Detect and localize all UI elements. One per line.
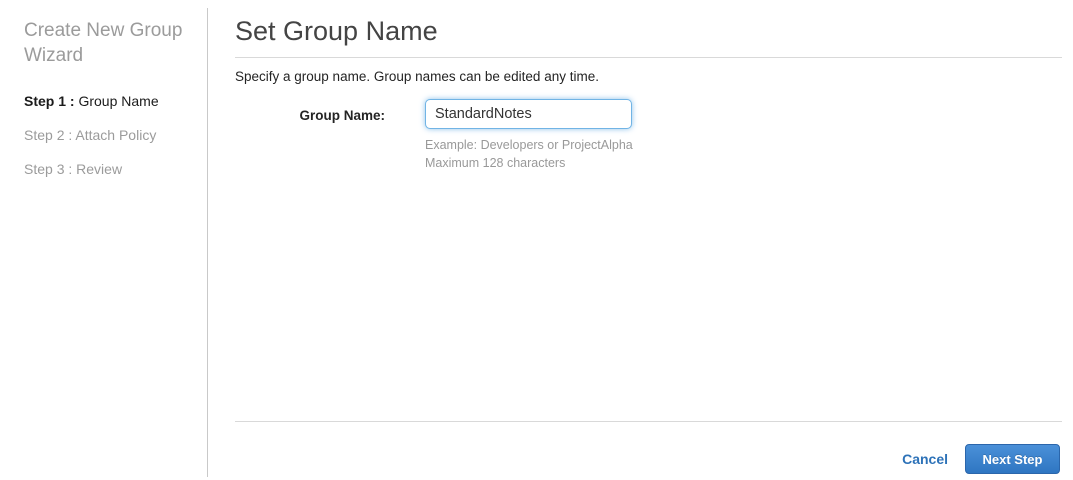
hint-max-characters: Maximum 128 characters [425,156,566,170]
main-panel: Set Group Name Specify a group name. Gro… [208,0,1073,480]
step-1-prefix: Step 1 : [24,93,75,109]
hint-example: Example: Developers or ProjectAlpha [425,138,633,152]
page-title: Set Group Name [235,16,438,46]
wizard-footer: Cancel Next Step [235,422,1062,474]
group-name-hints: Example: Developers or ProjectAlpha Maxi… [425,136,633,172]
next-step-button[interactable]: Next Step [965,444,1060,474]
group-name-field-column: Example: Developers or ProjectAlpha Maxi… [425,99,633,172]
step-1-label: Group Name [78,93,159,109]
step-3-review: Step 3 : Review [24,162,187,177]
step-3-label: Review [76,161,123,177]
page-description: Specify a group name. Group names can be… [235,69,599,84]
step-2-attach-policy: Step 2 : Attach Policy [24,128,187,143]
cancel-button[interactable]: Cancel [902,451,948,467]
title-divider [235,57,1062,58]
step-1-group-name: Step 1 : Group Name [24,94,187,109]
group-name-form-row: Group Name: Example: Developers or Proje… [235,99,1062,172]
step-3-prefix: Step 3 : [24,161,73,177]
wizard-sidebar: Create New Group Wizard Step 1 : Group N… [0,0,207,480]
group-name-label: Group Name: [299,108,385,123]
wizard-title: Create New Group Wizard [24,20,183,66]
group-name-input[interactable] [425,99,632,129]
wizard-steps: Step 1 : Group Name Step 2 : Attach Poli… [24,94,187,177]
step-2-label: Attach Policy [75,127,157,143]
step-2-prefix: Step 2 : [24,127,73,143]
